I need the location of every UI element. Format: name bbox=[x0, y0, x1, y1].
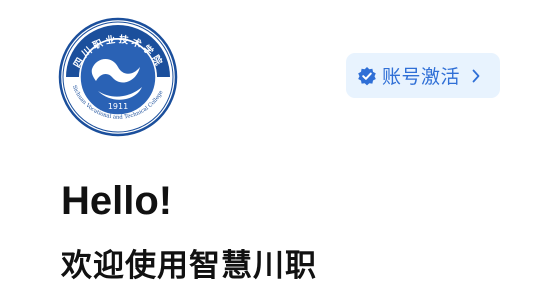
login-page: 1911 四川职业技术学院 Sichuan Vocational and Tec… bbox=[0, 0, 559, 303]
chevron-right-icon bbox=[469, 67, 483, 85]
verified-badge-icon bbox=[356, 65, 378, 87]
account-activation-button[interactable]: 账号激活 bbox=[346, 53, 500, 98]
welcome-subheading: 欢迎使用智慧川职 bbox=[61, 248, 317, 284]
college-seal-icon: 1911 四川职业技术学院 Sichuan Vocational and Tec… bbox=[58, 17, 178, 137]
college-logo: 1911 四川职业技术学院 Sichuan Vocational and Tec… bbox=[56, 17, 181, 137]
greeting-heading: Hello! bbox=[61, 179, 173, 223]
account-activation-label: 账号激活 bbox=[382, 66, 461, 88]
logo-year: 1911 bbox=[108, 102, 128, 111]
